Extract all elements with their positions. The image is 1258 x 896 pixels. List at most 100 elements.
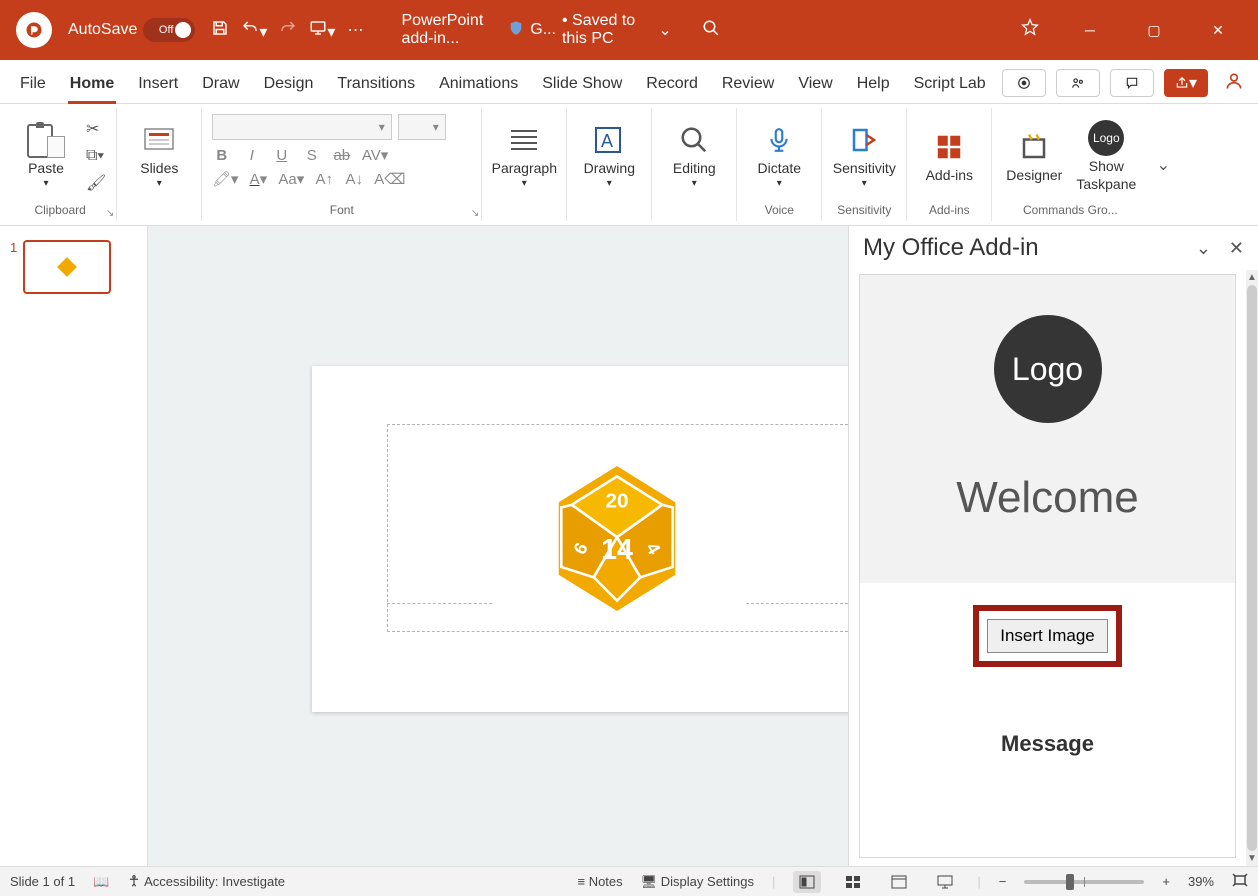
premium-icon[interactable] [1020, 18, 1040, 43]
scroll-up-icon[interactable]: ▲ [1247, 272, 1257, 283]
cut-icon[interactable]: ✂ [86, 119, 106, 139]
taskpane-menu-icon[interactable]: ⌄ [1196, 238, 1211, 259]
italic-button[interactable]: I [242, 147, 262, 164]
tab-view[interactable]: View [786, 67, 844, 103]
message-heading: Message [1001, 731, 1094, 757]
sensitivity-icon [849, 122, 879, 158]
clipboard-launcher[interactable]: ↘ [106, 208, 114, 219]
font-family-select[interactable]: ▾ [212, 114, 392, 140]
editing-button[interactable]: Editing ▾ [658, 122, 730, 189]
strikethrough-button[interactable]: ab [332, 147, 352, 164]
designer-button[interactable]: Designer [998, 129, 1070, 183]
dictate-button[interactable]: Dictate ▾ [743, 122, 815, 189]
accessibility-status[interactable]: Accessibility: Investigate [127, 874, 285, 889]
close-button[interactable]: ✕ [1198, 22, 1238, 39]
thumbnail-preview[interactable] [23, 240, 111, 294]
drawing-button[interactable]: A Drawing ▾ [573, 122, 645, 189]
redo-icon[interactable] [279, 19, 297, 42]
show-taskpane-button[interactable]: Logo Show Taskpane [1070, 120, 1142, 192]
zoom-level[interactable]: 39% [1188, 874, 1214, 889]
group-paragraph: Paragraph ▾ [482, 108, 567, 221]
autosave-label: AutoSave [68, 21, 137, 39]
taskpane-body: Logo Welcome Insert Image Message [859, 274, 1236, 858]
font-launcher[interactable]: ↘ [471, 208, 479, 219]
addins-button[interactable]: Add-ins [913, 129, 985, 183]
undo-icon[interactable]: ▾ [241, 19, 267, 42]
paste-button[interactable]: Paste ▾ [10, 122, 82, 189]
thumbnail-item[interactable]: 1 [10, 240, 137, 294]
teams-button[interactable] [1056, 69, 1100, 97]
collapse-ribbon-button[interactable]: ⌄ [1148, 108, 1178, 221]
maximize-button[interactable]: ▢ [1134, 22, 1174, 39]
tab-record[interactable]: Record [634, 67, 710, 103]
tab-design[interactable]: Design [252, 67, 326, 103]
tab-insert[interactable]: Insert [126, 67, 190, 103]
slideshow-view-button[interactable] [931, 871, 959, 893]
paragraph-button[interactable]: Paragraph ▾ [488, 122, 560, 189]
tab-file[interactable]: File [8, 67, 58, 103]
tab-help[interactable]: Help [845, 67, 902, 103]
addins-icon [934, 129, 964, 165]
zoom-in-button[interactable]: + [1162, 874, 1170, 889]
chevron-down-icon[interactable]: ⌄ [658, 20, 671, 40]
search-icon[interactable] [702, 19, 720, 42]
paragraph-icon [507, 122, 541, 158]
change-case-button[interactable]: Aa▾ [278, 170, 304, 188]
sorter-view-button[interactable] [839, 871, 867, 893]
font-color-button[interactable]: A▾ [248, 170, 268, 188]
format-painter-icon[interactable]: 🖌 [86, 173, 106, 193]
sensitivity-button[interactable]: Sensitivity ▾ [828, 122, 900, 189]
spacing-button[interactable]: AV▾ [362, 146, 388, 164]
slide-indicator[interactable]: Slide 1 of 1 [10, 874, 75, 889]
scroll-down-icon[interactable]: ▼ [1247, 853, 1257, 864]
bold-button[interactable]: B [212, 147, 232, 164]
slides-button[interactable]: Slides ▾ [123, 122, 195, 189]
shrink-font-button[interactable]: A↓ [344, 171, 364, 188]
zoom-out-button[interactable]: − [999, 874, 1007, 889]
font-size-select[interactable]: ▾ [398, 114, 446, 140]
clear-format-button[interactable]: A⌫ [374, 170, 405, 188]
tab-scriptlab[interactable]: Script Lab [902, 67, 998, 103]
taskpane-scrollbar[interactable]: ▲ ▼ [1246, 270, 1258, 866]
addin-logo: Logo [994, 315, 1102, 423]
slide-canvas[interactable]: 20 14 6 4 [148, 226, 848, 866]
account-icon[interactable] [1218, 71, 1250, 96]
save-icon[interactable] [211, 19, 229, 42]
minimize-button[interactable]: ─ [1070, 22, 1110, 39]
tab-slideshow[interactable]: Slide Show [530, 67, 634, 103]
zoom-slider[interactable] [1024, 880, 1144, 884]
autosave-switch[interactable]: Off [143, 18, 195, 42]
save-status: • Saved to this PC [562, 12, 652, 48]
autosave-toggle[interactable]: AutoSave Off [68, 18, 195, 42]
highlight-annotation: Insert Image [973, 605, 1122, 667]
group-font: ▾ ▾ B I U S ab AV▾ 🖍▾ A▾ Aa▾ A↑ A↓ A⌫ Fo… [202, 108, 482, 221]
taskpane-header: My Office Add-in ⌄ ✕ [849, 226, 1258, 270]
taskpane-title: My Office Add-in [863, 234, 1039, 262]
filename-area[interactable]: PowerPoint add-in... G... • Saved to thi… [401, 12, 671, 48]
tab-home[interactable]: Home [58, 67, 126, 103]
highlight-button[interactable]: 🖍▾ [212, 170, 239, 188]
spellcheck-icon[interactable]: 📖 [93, 874, 109, 890]
grow-font-button[interactable]: A↑ [314, 171, 334, 188]
present-icon[interactable]: ▾ [309, 19, 335, 42]
slide[interactable]: 20 14 6 4 [312, 366, 848, 712]
reading-view-button[interactable] [885, 871, 913, 893]
tab-review[interactable]: Review [710, 67, 786, 103]
customize-qat-icon[interactable]: ⋯ [347, 20, 363, 40]
insert-image-button[interactable]: Insert Image [987, 619, 1108, 653]
tab-transitions[interactable]: Transitions [325, 67, 427, 103]
display-settings-button[interactable]: 🖥 Display Settings [641, 874, 754, 890]
scroll-thumb[interactable] [1247, 285, 1257, 851]
tab-animations[interactable]: Animations [427, 67, 530, 103]
shadow-button[interactable]: S [302, 147, 322, 164]
notes-button[interactable]: ≡ Notes [577, 874, 622, 889]
tab-draw[interactable]: Draw [190, 67, 251, 103]
normal-view-button[interactable] [793, 871, 821, 893]
fit-window-button[interactable] [1232, 873, 1248, 890]
comments-button[interactable] [1110, 69, 1154, 97]
record-button[interactable] [1002, 69, 1046, 97]
copy-icon[interactable]: ⧉▾ [86, 147, 106, 165]
share-button[interactable]: ▾ [1164, 69, 1208, 97]
taskpane-close-icon[interactable]: ✕ [1229, 238, 1244, 259]
underline-button[interactable]: U [272, 147, 292, 164]
